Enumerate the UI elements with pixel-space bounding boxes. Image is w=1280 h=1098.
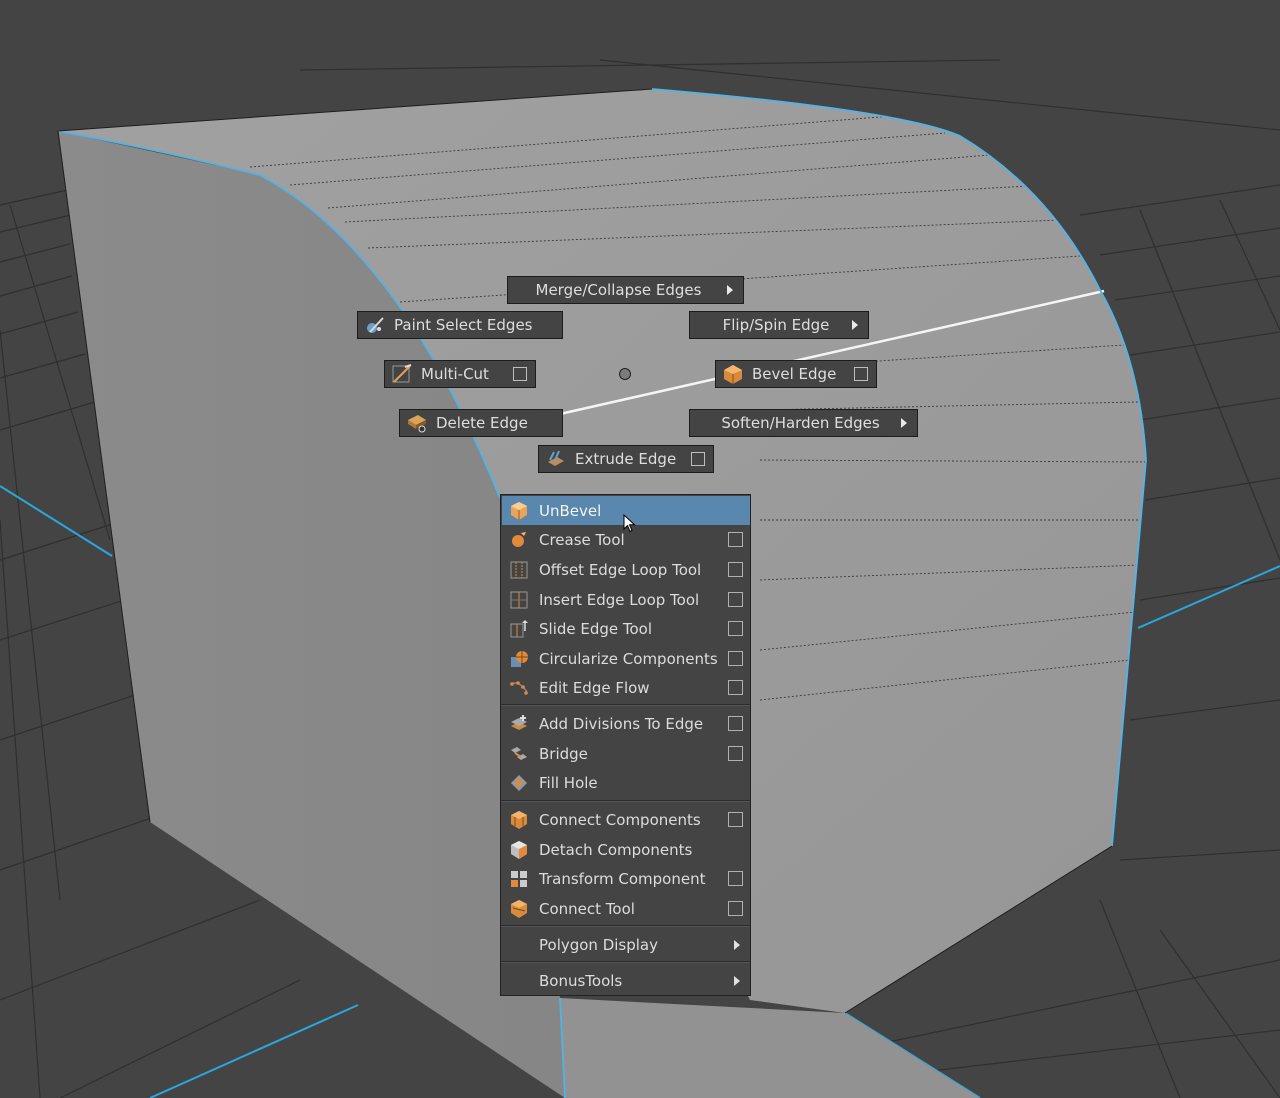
mm-label: Bevel Edge [752,365,837,383]
paint-select-icon [364,314,386,336]
multi-cut-icon [391,363,413,385]
bridge-icon [509,744,529,764]
menu-item-label: Detach Components [539,840,693,859]
mm-label: Extrude Edge [575,450,677,468]
menu-item-label: Polygon Display [539,935,658,954]
menu-separator [501,800,750,802]
menu-item-label: BonusTools [539,971,623,990]
connect-components-icon [509,810,529,830]
option-box[interactable] [728,562,743,577]
marking-menu-center [619,368,631,380]
option-box[interactable] [728,871,743,886]
submenu-arrow-icon [727,285,733,295]
mm-delete-edge[interactable]: Delete Edge [399,409,563,437]
menu-separator [501,961,750,963]
mm-bevel-edge[interactable]: Bevel Edge [715,360,877,388]
menu-item-offset-edge-loop-tool[interactable]: Offset Edge Loop Tool [502,555,750,584]
menu-item-connect-components[interactable]: Connect Components [502,805,750,834]
option-box[interactable] [728,532,743,547]
mm-label: Multi-Cut [421,365,489,383]
mm-extrude-edge[interactable]: Extrude Edge [538,445,714,473]
insert-edge-loop-icon [509,590,529,610]
menu-item-label: Bridge [539,744,588,763]
menu-item-add-divisions-to-edge[interactable]: Add Divisions To Edge [502,709,750,738]
menu-item-label: Fill Hole [539,773,598,792]
offset-edge-loop-icon [509,560,529,580]
mm-label: Delete Edge [436,414,528,432]
mm-label: Merge/Collapse Edges [535,281,702,299]
option-box[interactable] [728,651,743,666]
menu-item-label: Transform Component [539,869,706,888]
crease-icon [509,530,529,550]
option-box[interactable] [728,680,743,695]
option-box[interactable] [513,367,527,381]
option-box[interactable] [728,592,743,607]
option-box[interactable] [728,621,743,636]
menu-item-insert-edge-loop-tool[interactable]: Insert Edge Loop Tool [502,585,750,614]
bevel-icon [722,363,744,385]
mm-paint-select-edges[interactable]: Paint Select Edges [357,311,563,339]
menu-item-bridge[interactable]: Bridge [502,739,750,768]
transform-component-icon [509,869,529,889]
context-menu: UnBevel Crease Tool Offset Edge Loop Too… [500,494,751,996]
option-box[interactable] [691,452,705,466]
connect-tool-icon [509,899,529,919]
menu-item-label: Edit Edge Flow [539,678,650,697]
menu-item-transform-component[interactable]: Transform Component [502,864,750,893]
extrude-edge-icon [545,448,567,470]
option-box[interactable] [728,901,743,916]
mm-label: Flip/Spin Edge [722,316,830,334]
option-box[interactable] [728,746,743,761]
edit-edge-flow-icon [509,678,529,698]
menu-item-bonustools[interactable]: BonusTools [502,966,750,995]
slide-edge-icon [509,619,529,639]
submenu-arrow-icon [901,418,907,428]
menu-item-label: Slide Edge Tool [539,619,653,638]
option-box[interactable] [728,812,743,827]
fill-hole-icon [509,773,529,793]
submenu-arrow-icon [734,975,740,986]
menu-item-slide-edge-tool[interactable]: Slide Edge Tool [502,614,750,643]
submenu-arrow-icon [852,320,858,330]
menu-item-label: Circularize Components [539,649,718,668]
mm-flip-spin-edge[interactable]: Flip/Spin Edge [689,311,869,339]
mm-soften-harden-edges[interactable]: Soften/Harden Edges [689,409,918,437]
menu-item-edit-edge-flow[interactable]: Edit Edge Flow [502,673,750,702]
menu-item-circularize-components[interactable]: Circularize Components [502,644,750,673]
option-box[interactable] [854,367,868,381]
mm-merge-collapse-edges[interactable]: Merge/Collapse Edges [507,276,744,304]
menu-separator [501,704,750,706]
option-box[interactable] [728,716,743,731]
add-divisions-icon [509,714,529,734]
menu-item-label: UnBevel [539,501,602,520]
delete-edge-icon [406,412,428,434]
menu-item-label: Connect Components [539,810,701,829]
mm-multi-cut[interactable]: Multi-Cut [384,360,536,388]
menu-item-label: Offset Edge Loop Tool [539,560,702,579]
menu-item-connect-tool[interactable]: Connect Tool [502,894,750,923]
menu-separator [501,925,750,927]
menu-item-label: Add Divisions To Edge [539,714,704,733]
detach-components-icon [509,840,529,860]
unbevel-icon [509,501,529,521]
menu-item-fill-hole[interactable]: Fill Hole [502,768,750,797]
submenu-arrow-icon [734,939,740,950]
circularize-icon [509,649,529,669]
menu-item-label: Connect Tool [539,899,635,918]
mouse-cursor-icon [623,514,636,533]
menu-item-label: Insert Edge Loop Tool [539,590,700,609]
menu-item-polygon-display[interactable]: Polygon Display [502,930,750,959]
mm-label: Soften/Harden Edges [721,414,880,432]
mm-label: Paint Select Edges [394,316,533,334]
menu-item-detach-components[interactable]: Detach Components [502,835,750,864]
